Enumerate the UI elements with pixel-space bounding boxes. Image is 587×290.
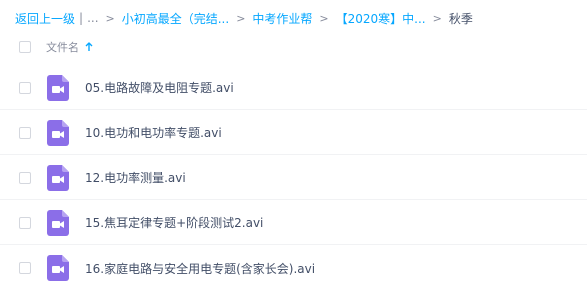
list-header: 文件名 — [0, 34, 587, 60]
video-file-icon — [47, 74, 69, 101]
row-checkbox[interactable] — [19, 171, 31, 184]
file-name[interactable]: 12.电功率测量.avi — [85, 169, 186, 186]
back-link[interactable]: 返回上一级 — [15, 10, 75, 27]
video-file-icon — [47, 209, 69, 236]
breadcrumb-item-folder-2[interactable]: 中考作业帮 — [252, 10, 312, 27]
breadcrumb: 返回上一级 | ... > 小初高最全（完结... > 中考作业帮 > 【202… — [15, 9, 473, 27]
breadcrumb-separator: > — [432, 11, 442, 25]
file-row[interactable]: 05.电路故障及电阻专题.avi — [0, 66, 587, 110]
file-name[interactable]: 05.电路故障及电阻专题.avi — [85, 79, 234, 96]
file-name[interactable]: 16.家庭电路与安全用电专题(含家长会).avi — [85, 260, 315, 277]
row-checkbox[interactable] — [19, 81, 31, 94]
breadcrumb-separator: > — [319, 11, 329, 25]
file-row[interactable]: 12.电功率测量.avi — [0, 156, 587, 200]
file-row[interactable]: 16.家庭电路与安全用电专题(含家长会).avi — [0, 246, 587, 290]
name-column-header[interactable]: 文件名 — [46, 39, 93, 55]
breadcrumb-divider: | — [79, 11, 84, 25]
breadcrumb-separator: > — [105, 11, 115, 25]
video-file-icon — [47, 119, 69, 146]
row-checkbox[interactable] — [19, 126, 31, 139]
video-file-icon — [47, 255, 69, 281]
row-checkbox[interactable] — [19, 262, 31, 274]
video-file-icon — [47, 164, 69, 191]
breadcrumb-ellipsis[interactable]: ... — [87, 11, 98, 25]
breadcrumb-item-folder-3[interactable]: 【2020寒】中... — [336, 10, 426, 27]
file-row[interactable]: 15.焦耳定律专题+阶段测试2.avi — [0, 201, 587, 245]
select-all-checkbox[interactable] — [19, 41, 31, 53]
breadcrumb-separator: > — [236, 11, 246, 25]
name-column-label: 文件名 — [46, 41, 79, 54]
file-row[interactable]: 10.电功和电功率专题.avi — [0, 111, 587, 155]
sort-ascending-icon[interactable] — [85, 42, 93, 52]
breadcrumb-item-folder-1[interactable]: 小初高最全（完结... — [122, 10, 229, 27]
row-checkbox[interactable] — [19, 216, 31, 229]
file-name[interactable]: 10.电功和电功率专题.avi — [85, 124, 222, 141]
file-name[interactable]: 15.焦耳定律专题+阶段测试2.avi — [85, 214, 263, 231]
breadcrumb-current-folder: 秋季 — [448, 11, 473, 26]
